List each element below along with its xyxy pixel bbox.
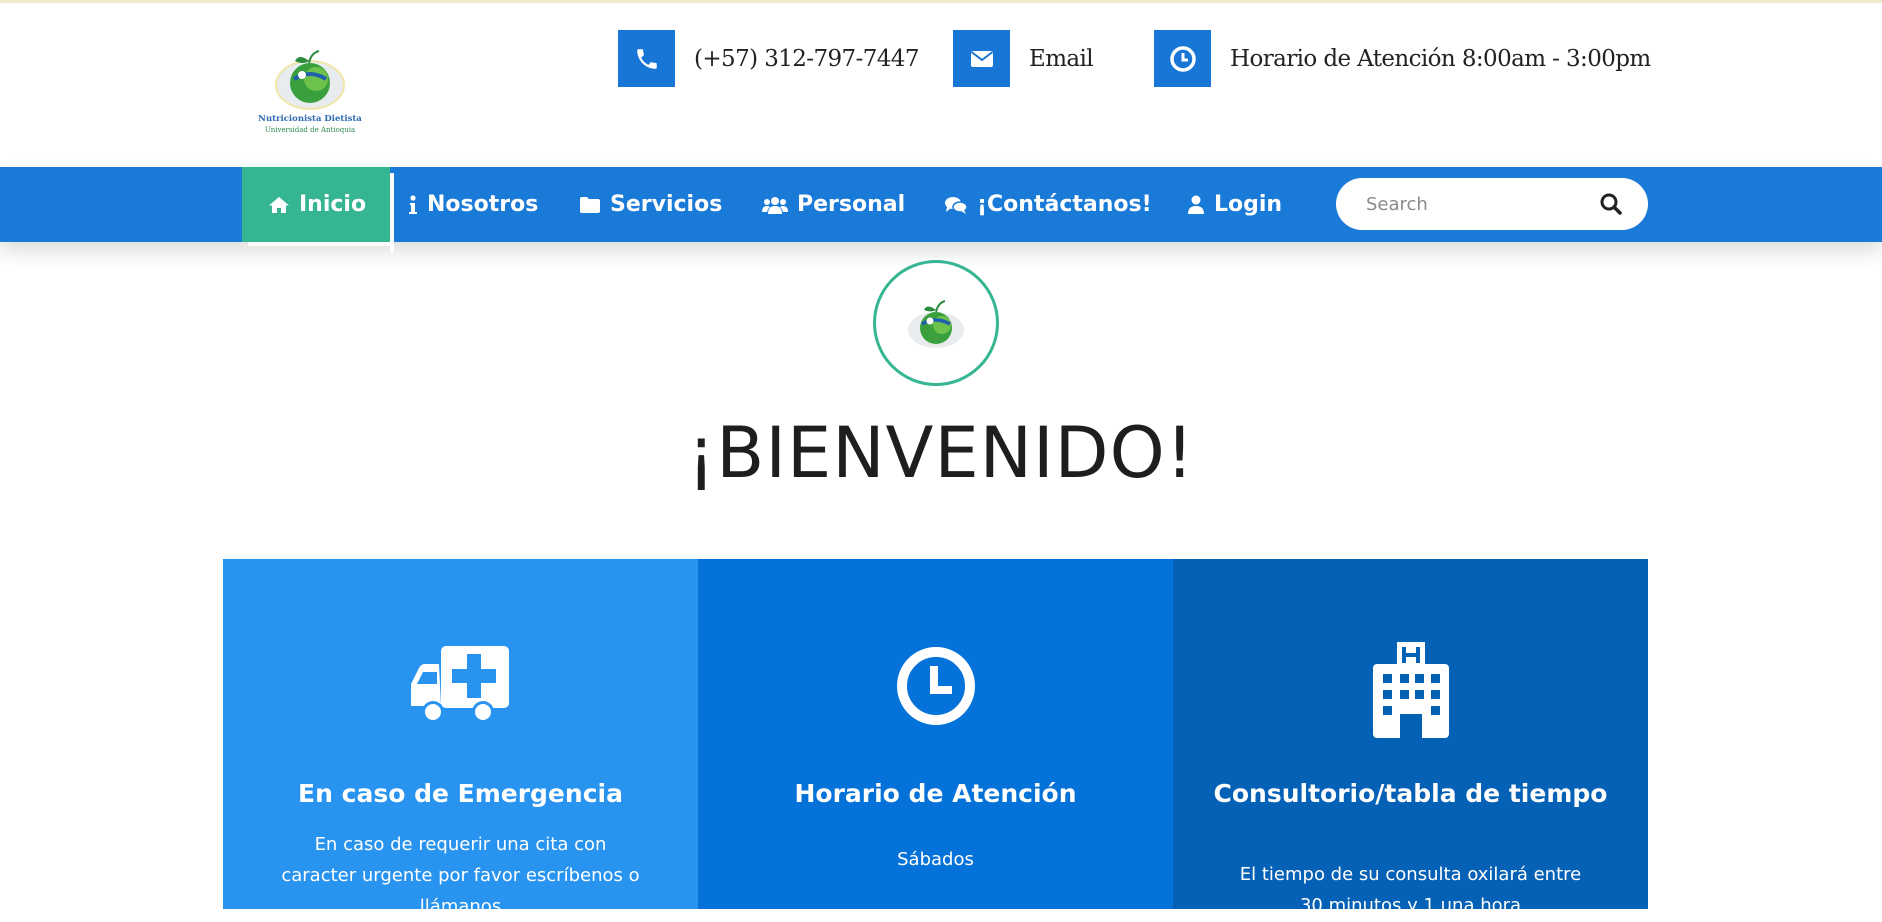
card-text: Sábados bbox=[897, 849, 974, 870]
user-icon bbox=[1187, 195, 1205, 215]
envelope-icon bbox=[953, 30, 1010, 87]
card-title: Horario de Atención bbox=[794, 779, 1077, 808]
phone-number: (+57) 312-797-7447 bbox=[694, 45, 919, 72]
nav-item-personal[interactable]: Personal bbox=[762, 167, 905, 242]
logo-subtitle: Universidad de Antioquia bbox=[264, 126, 356, 134]
nav-label-contactanos: ¡Contáctanos! bbox=[977, 192, 1152, 217]
contact-phone[interactable]: (+57) 312-797-7447 bbox=[618, 30, 919, 87]
site-header: Nutricionista Dietista Universidad de An… bbox=[0, 3, 1882, 167]
nav-item-nosotros[interactable]: Nosotros bbox=[408, 167, 538, 242]
nav-item-login[interactable]: Login bbox=[1187, 167, 1282, 242]
nav-label-personal: Personal bbox=[797, 192, 906, 217]
card-text: El tiempo de su consulta oxilará entre 3… bbox=[1239, 864, 1582, 916]
site-logo[interactable]: Nutricionista Dietista Universidad de An… bbox=[254, 41, 366, 141]
logo-title: Nutricionista Dietista bbox=[258, 114, 362, 124]
card-emergencia: En caso de Emergencia En caso de requeri… bbox=[223, 559, 698, 917]
main-navbar: Inicio Nosotros Servicios Personal ¡Cont… bbox=[0, 167, 1882, 252]
card-text: En caso de requerir una cita con caracte… bbox=[281, 834, 640, 917]
apple-logo-icon bbox=[275, 50, 345, 110]
search-input[interactable] bbox=[1366, 178, 1596, 230]
nav-label-login: Login bbox=[1214, 192, 1283, 217]
folder-icon bbox=[579, 196, 601, 214]
nav-label-servicios: Servicios bbox=[610, 192, 723, 217]
users-icon bbox=[762, 195, 788, 215]
ambulance-icon bbox=[223, 644, 698, 726]
comments-icon bbox=[944, 195, 968, 215]
card-title: En caso de Emergencia bbox=[298, 779, 623, 808]
nav-item-servicios[interactable]: Servicios bbox=[579, 167, 722, 242]
card-title: Consultorio/tabla de tiempo bbox=[1213, 779, 1608, 808]
clock-icon bbox=[698, 644, 1173, 728]
home-icon bbox=[268, 196, 290, 214]
search-icon[interactable] bbox=[1600, 193, 1622, 219]
info-icon bbox=[408, 194, 418, 215]
nav-label-nosotros: Nosotros bbox=[427, 192, 539, 217]
nav-item-contactanos[interactable]: ¡Contáctanos! bbox=[944, 167, 1152, 242]
nav-label-inicio: Inicio bbox=[299, 192, 367, 217]
card-horario: Horario de Atención Sábados bbox=[698, 559, 1173, 909]
business-hours: Horario de Atención 8:00am - 3:00pm bbox=[1230, 45, 1651, 72]
contact-email[interactable]: Email bbox=[953, 30, 1094, 87]
phone-icon bbox=[618, 30, 675, 87]
hero-logo bbox=[873, 260, 999, 386]
clock-icon bbox=[1154, 30, 1211, 87]
contact-hours: Horario de Atención 8:00am - 3:00pm bbox=[1154, 30, 1651, 87]
search-box bbox=[1336, 178, 1648, 230]
hospital-icon bbox=[1173, 642, 1648, 738]
nav-item-inicio[interactable]: Inicio bbox=[242, 167, 395, 252]
email-link: Email bbox=[1029, 45, 1094, 72]
card-consultorio: Consultorio/tabla de tiempo El tiempo de… bbox=[1173, 559, 1648, 916]
welcome-heading: ¡BIENVENIDO! bbox=[687, 412, 1195, 494]
apple-logo-icon bbox=[908, 300, 964, 348]
